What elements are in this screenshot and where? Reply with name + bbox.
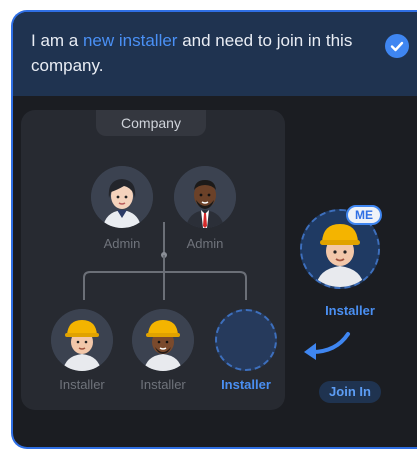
me-badge: ME: [346, 205, 382, 225]
admin-role-label: Admin: [103, 236, 141, 251]
installer-avatar: [51, 309, 113, 371]
empty-installer-slot: [215, 309, 277, 371]
me-role-label: Installer: [325, 303, 375, 318]
join-arrow-icon: [304, 332, 350, 360]
installer-avatar: [132, 309, 194, 371]
admin-role-label: Admin: [186, 236, 224, 251]
installer-role-label-active: Installer: [221, 377, 271, 392]
man-admin-avatar: [174, 166, 236, 228]
woman-admin-avatar: [91, 166, 153, 228]
join-in-button[interactable]: Join In: [319, 381, 381, 403]
installer-role-label: Installer: [59, 377, 105, 392]
installer-role-label: Installer: [140, 377, 186, 392]
